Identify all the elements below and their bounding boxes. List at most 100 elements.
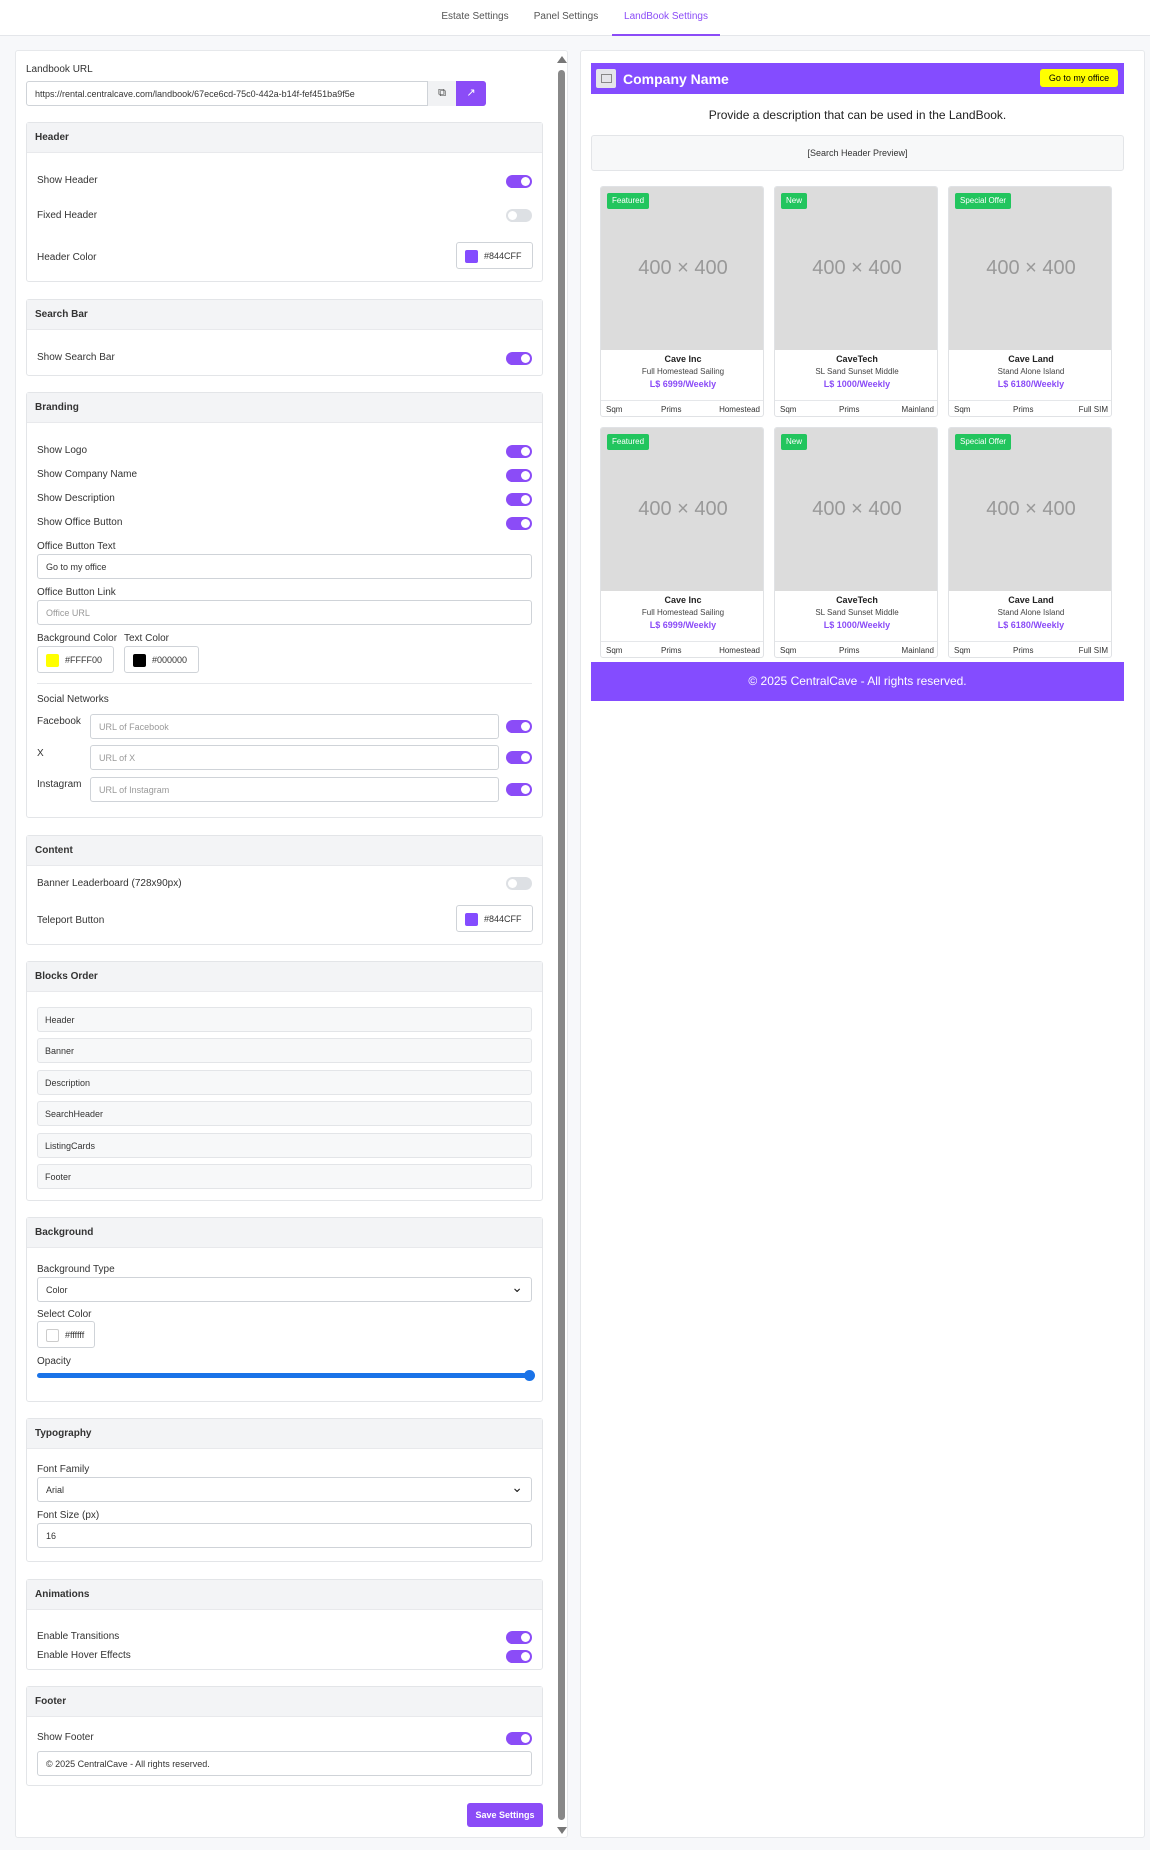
office-text-color-picker[interactable]: #000000 (124, 646, 199, 673)
preview-footer: © 2025 CentralCave - All rights reserved… (591, 662, 1124, 701)
animations-card-title: Animations (27, 1580, 542, 1610)
instagram-label: Instagram (37, 779, 82, 790)
background-color-picker[interactable]: #ffffff (37, 1321, 95, 1348)
listing-sqm: Sqm (606, 405, 623, 414)
footer-text-input[interactable]: © 2025 CentralCave - All rights reserved… (37, 1751, 532, 1776)
background-type-value: Color (46, 1285, 68, 1295)
facebook-toggle[interactable] (506, 720, 532, 733)
enable-transitions-label: Enable Transitions (37, 1631, 120, 1642)
show-footer-label: Show Footer (37, 1732, 94, 1743)
listing-sqm: Sqm (780, 405, 797, 414)
landbook-url-value: https://rental.centralcave.com/landbook/… (35, 89, 355, 99)
font-size-label: Font Size (px) (37, 1510, 100, 1521)
listing-subtitle: Stand Alone Island (997, 608, 1065, 617)
show-logo-toggle[interactable] (506, 445, 532, 458)
listing-footer: Sqm Prims Homestead (601, 641, 763, 657)
content-card-title: Content (27, 836, 542, 866)
listing-prims: Prims (839, 405, 860, 414)
scroll-down-arrow-icon[interactable] (557, 1827, 567, 1834)
scrollbar-thumb[interactable] (558, 70, 565, 1820)
show-office-button-label: Show Office Button (37, 517, 123, 528)
facebook-url-input[interactable]: URL of Facebook (90, 714, 499, 739)
instagram-toggle[interactable] (506, 783, 532, 796)
listing-card[interactable]: 400 × 400 Special Offer Cave Land Stand … (948, 186, 1112, 417)
header-color-picker[interactable]: #844CFF (456, 242, 533, 269)
block-item-description[interactable]: Description (37, 1070, 532, 1095)
listing-card[interactable]: 400 × 400 New CaveTech SL Sand Sunset Mi… (774, 186, 938, 417)
typography-card-title: Typography (27, 1419, 542, 1449)
x-placeholder: URL of X (99, 753, 136, 763)
office-bg-color-value: #FFFF00 (65, 655, 103, 665)
open-url-button[interactable]: ↗ (456, 81, 486, 106)
office-button-text-input[interactable]: Go to my office (37, 554, 532, 579)
listing-name: Cave Land (1008, 595, 1054, 605)
font-size-input[interactable]: 16 (37, 1523, 532, 1548)
show-search-bar-label: Show Search Bar (37, 352, 115, 363)
show-description-label: Show Description (37, 493, 115, 504)
listing-prims: Prims (839, 646, 860, 655)
landbook-url-field[interactable]: https://rental.centralcave.com/landbook/… (26, 81, 486, 106)
show-header-label: Show Header (37, 175, 98, 186)
instagram-url-input[interactable]: URL of Instagram (90, 777, 499, 802)
enable-transitions-toggle[interactable] (506, 1631, 532, 1644)
opacity-slider[interactable] (37, 1370, 535, 1381)
fixed-header-toggle[interactable] (506, 209, 532, 222)
show-company-name-toggle[interactable] (506, 469, 532, 482)
teleport-color-picker[interactable]: #844CFF (456, 905, 533, 932)
branding-divider (37, 683, 532, 684)
show-search-bar-toggle[interactable] (506, 352, 532, 365)
block-item-footer[interactable]: Footer (37, 1164, 532, 1189)
tab-landbook-settings[interactable]: LandBook Settings (612, 0, 720, 36)
show-office-button-toggle[interactable] (506, 517, 532, 530)
office-button-text-value: Go to my office (46, 562, 107, 572)
tab-estate-settings[interactable]: Estate Settings (430, 0, 520, 36)
save-settings-button[interactable]: Save Settings (467, 1803, 543, 1827)
listing-card[interactable]: 400 × 400 Featured Cave Inc Full Homeste… (600, 427, 764, 658)
listing-image-placeholder: 400 × 400 (601, 187, 763, 350)
show-footer-toggle[interactable] (506, 1732, 532, 1745)
content-settings-card: Content Banner Leaderboard (728x90px) Te… (26, 835, 543, 945)
show-header-toggle[interactable] (506, 175, 532, 188)
background-color-swatch (46, 1329, 59, 1342)
background-type-select[interactable]: Color (37, 1277, 532, 1302)
office-button-link-input[interactable]: Office URL (37, 600, 532, 625)
listing-card[interactable]: 400 × 400 New CaveTech SL Sand Sunset Mi… (774, 427, 938, 658)
office-bg-color-picker[interactable]: #FFFF00 (37, 646, 114, 673)
listing-card[interactable]: 400 × 400 Special Offer Cave Land Stand … (948, 427, 1112, 658)
font-family-select[interactable]: Arial (37, 1477, 532, 1502)
listing-sqm: Sqm (780, 646, 797, 655)
block-item-label: Description (45, 1078, 91, 1088)
preview-search-header: [Search Header Preview] (591, 135, 1124, 171)
tab-panel-settings[interactable]: Panel Settings (525, 0, 607, 36)
x-url-input[interactable]: URL of X (90, 745, 499, 770)
block-item-banner[interactable]: Banner (37, 1038, 532, 1063)
listing-type: Homestead (719, 646, 760, 655)
show-company-name-label: Show Company Name (37, 469, 138, 480)
background-card-title: Background (27, 1218, 542, 1248)
block-item-listingcards[interactable]: ListingCards (37, 1133, 532, 1158)
office-button-text-label: Office Button Text (37, 541, 116, 552)
copy-url-button[interactable]: ⧉ (427, 81, 456, 106)
preview-office-button[interactable]: Go to my office (1040, 69, 1118, 87)
listing-price: L$ 6999/Weekly (649, 379, 717, 389)
block-item-header[interactable]: Header (37, 1007, 532, 1032)
preview-header: Company Name Go to my office (591, 63, 1124, 94)
enable-hover-toggle[interactable] (506, 1650, 532, 1663)
x-label: X (37, 748, 44, 759)
animations-settings-card: Animations Enable Transitions Enable Hov… (26, 1579, 543, 1670)
listing-card[interactable]: 400 × 400 Featured Cave Inc Full Homeste… (600, 186, 764, 417)
show-description-toggle[interactable] (506, 493, 532, 506)
listing-subtitle: Stand Alone Island (997, 367, 1065, 376)
preview-company-name: Company Name (623, 71, 729, 87)
banner-leaderboard-toggle[interactable] (506, 877, 532, 890)
block-item-label: Header (45, 1015, 75, 1025)
search-bar-settings-card: Search Bar Show Search Bar (26, 299, 543, 376)
listing-badge: Featured (607, 434, 650, 450)
x-toggle[interactable] (506, 751, 532, 764)
scroll-up-arrow-icon[interactable] (557, 56, 567, 63)
listing-price: L$ 1000/Weekly (823, 379, 891, 389)
office-text-color-swatch (133, 654, 146, 667)
header-color-label: Header Color (37, 252, 97, 263)
block-item-searchheader[interactable]: SearchHeader (37, 1101, 532, 1126)
listing-image-placeholder: 400 × 400 (949, 428, 1111, 591)
